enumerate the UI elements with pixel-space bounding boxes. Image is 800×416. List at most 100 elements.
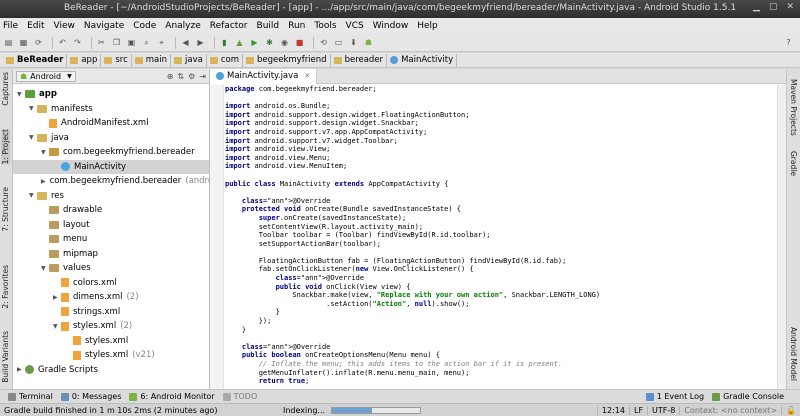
- avd-manager-icon[interactable]: ▭: [333, 37, 344, 48]
- menu-navigate[interactable]: Navigate: [84, 21, 124, 31]
- attach-debugger-icon[interactable]: ◉: [279, 37, 290, 48]
- back-icon[interactable]: ◀: [180, 37, 191, 48]
- chevron-down-icon[interactable]: ▼: [29, 105, 37, 112]
- chevron-down-icon[interactable]: ▼: [29, 192, 37, 199]
- menu-tools[interactable]: Tools: [314, 21, 336, 31]
- line-separator[interactable]: LF: [628, 405, 647, 415]
- editor-tab-mainactivity[interactable]: MainActivity.java ✕: [210, 68, 318, 84]
- debug-icon[interactable]: ✱: [264, 37, 275, 48]
- tool-android-monitor[interactable]: 6: Android Monitor: [129, 392, 215, 401]
- tree-item[interactable]: ▶ dimens.xml (2): [13, 290, 209, 304]
- chevron-right-icon[interactable]: ▶: [41, 178, 46, 185]
- tool-tab-gradle[interactable]: Gradle: [789, 151, 798, 176]
- tree-item[interactable]: ▼ com.begeekmyfriend.bereader: [13, 145, 209, 159]
- tool-tab-maven-projects[interactable]: Maven Projects: [789, 79, 798, 136]
- breadcrumb-item[interactable]: java: [171, 53, 207, 67]
- forward-icon[interactable]: ▶: [195, 37, 206, 48]
- tool-gradle-console[interactable]: Gradle Console: [712, 392, 784, 401]
- redo-icon[interactable]: ↷: [72, 37, 83, 48]
- menu-view[interactable]: View: [54, 21, 75, 31]
- close-icon[interactable]: ✕: [786, 2, 794, 12]
- tree-item[interactable]: ▼ java: [13, 131, 209, 145]
- open-icon[interactable]: ▤: [3, 37, 14, 48]
- project-view-selector[interactable]: ☗ Android ▼: [16, 70, 76, 82]
- help-icon[interactable]: ?: [783, 37, 794, 48]
- tree-item[interactable]: ▼ styles.xml (2): [13, 319, 209, 333]
- cut-icon[interactable]: ✂: [96, 37, 107, 48]
- collapse-icon[interactable]: ⇅: [177, 72, 184, 81]
- sdk-manager-icon[interactable]: ⬇: [348, 37, 359, 48]
- menu-window[interactable]: Window: [373, 21, 409, 31]
- menu-run[interactable]: Run: [288, 21, 305, 31]
- tree-item[interactable]: layout: [13, 218, 209, 232]
- undo-icon[interactable]: ↶: [57, 37, 68, 48]
- stop-icon[interactable]: ■: [294, 37, 305, 48]
- chevron-down-icon[interactable]: ▼: [41, 265, 49, 272]
- menu-help[interactable]: Help: [417, 21, 438, 31]
- chevron-down-icon[interactable]: ▼: [29, 134, 37, 141]
- menu-build[interactable]: Build: [257, 21, 280, 31]
- tool-todo[interactable]: TODO: [222, 392, 257, 401]
- close-icon[interactable]: ✕: [304, 72, 310, 80]
- breadcrumb-item[interactable]: bereader: [331, 53, 388, 67]
- editor-scrollbar[interactable]: [777, 85, 786, 389]
- chevron-right-icon[interactable]: ▶: [17, 366, 25, 373]
- tree-item[interactable]: ▼ app: [13, 87, 209, 101]
- code-editor[interactable]: package com.begeekmyfriend.bereader; imp…: [225, 85, 776, 389]
- menu-edit[interactable]: Edit: [27, 21, 44, 31]
- chevron-right-icon[interactable]: ▶: [53, 294, 61, 301]
- caret-position[interactable]: 12:14: [596, 405, 629, 415]
- tree-item[interactable]: styles.xml (v21): [13, 348, 209, 362]
- lock-icon[interactable]: 🔓: [781, 405, 800, 415]
- paste-icon[interactable]: ▣: [126, 37, 137, 48]
- menu-file[interactable]: File: [3, 21, 18, 31]
- menu-vcs[interactable]: VCS: [346, 21, 364, 31]
- tree-item[interactable]: styles.xml: [13, 334, 209, 348]
- save-all-icon[interactable]: ▦: [18, 37, 29, 48]
- run-icon[interactable]: ▶: [249, 37, 260, 48]
- tool-terminal[interactable]: Terminal: [8, 392, 53, 401]
- chevron-down-icon[interactable]: ▼: [17, 91, 25, 98]
- gear-icon[interactable]: ⚙: [188, 72, 195, 81]
- maximize-icon[interactable]: ▢: [769, 2, 778, 12]
- menu-analyze[interactable]: Analyze: [165, 21, 200, 31]
- file-encoding[interactable]: UTF-8: [647, 405, 679, 415]
- chevron-down-icon[interactable]: ▼: [41, 149, 49, 156]
- make-project-icon[interactable]: ▮: [219, 37, 230, 48]
- tool-tab-captures[interactable]: Captures: [1, 72, 10, 106]
- tool-tab-project[interactable]: 1: Project: [1, 129, 10, 165]
- tree-item[interactable]: ▼ values: [13, 261, 209, 275]
- menu-code[interactable]: Code: [133, 21, 156, 31]
- tree-item[interactable]: drawable: [13, 203, 209, 217]
- menu-refactor[interactable]: Refactor: [210, 21, 248, 31]
- gradle-sync-icon[interactable]: ⟲: [318, 37, 329, 48]
- breadcrumb-item[interactable]: MainActivity: [387, 53, 458, 67]
- tool-tab-favorites[interactable]: 2: Favorites: [1, 265, 10, 309]
- tree-item[interactable]: mipmap: [13, 247, 209, 261]
- breadcrumb-item[interactable]: com: [207, 53, 243, 67]
- minimize-icon[interactable]: ▁: [753, 2, 760, 12]
- find-icon[interactable]: ⌕: [141, 37, 152, 48]
- tree-item[interactable]: ▶ Gradle Scripts: [13, 363, 209, 377]
- tool-tab-structure[interactable]: 7: Structure: [1, 187, 10, 232]
- chevron-down-icon[interactable]: ▼: [53, 323, 61, 330]
- breadcrumb-item[interactable]: BeReader: [3, 53, 68, 67]
- tool-messages[interactable]: 0: Messages: [60, 392, 121, 401]
- tree-item[interactable]: ▼ manifests: [13, 102, 209, 116]
- tree-item[interactable]: strings.xml: [13, 305, 209, 319]
- tree-item[interactable]: colors.xml: [13, 276, 209, 290]
- breadcrumb-item[interactable]: main: [132, 53, 172, 67]
- sync-icon[interactable]: ⊕: [167, 72, 174, 81]
- android-icon[interactable]: ☗: [363, 37, 374, 48]
- tree-item[interactable]: MainActivity: [13, 159, 209, 174]
- tool-event-log[interactable]: 1 Event Log: [645, 392, 704, 401]
- tree-item[interactable]: ▼ res: [13, 189, 209, 203]
- replace-icon[interactable]: ⌖: [156, 37, 167, 48]
- sync-icon[interactable]: ⟳: [33, 37, 44, 48]
- run-config-icon[interactable]: ▲: [234, 37, 245, 48]
- breadcrumb-item[interactable]: src: [101, 53, 132, 67]
- breadcrumb-item[interactable]: begeekmyfriend: [243, 53, 331, 67]
- tool-tab-build-variants[interactable]: Build Variants: [1, 331, 10, 383]
- tree-item[interactable]: menu: [13, 232, 209, 246]
- hide-icon[interactable]: ⇥: [199, 72, 206, 81]
